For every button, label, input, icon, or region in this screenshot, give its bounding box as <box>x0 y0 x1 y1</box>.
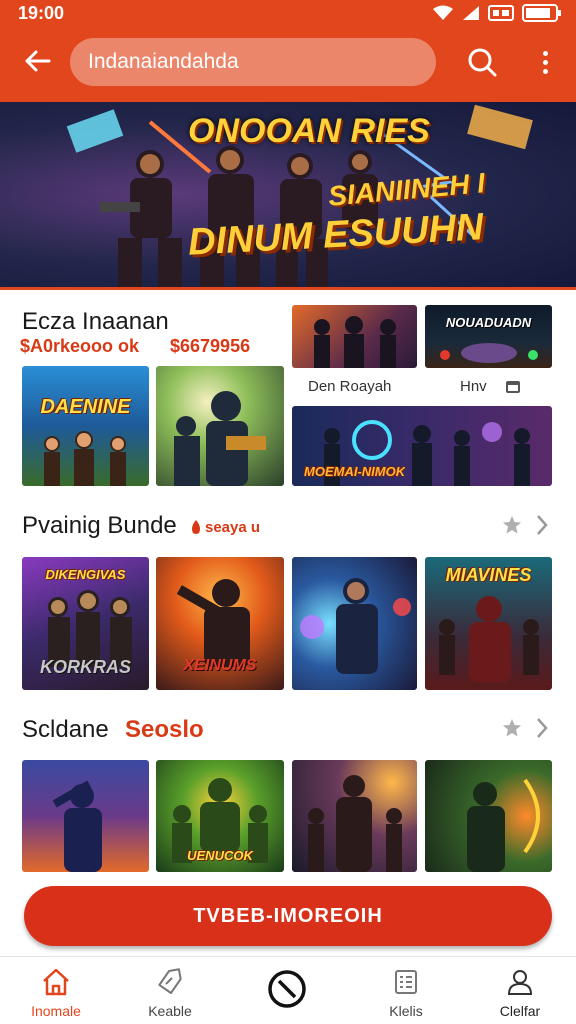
search-button[interactable] <box>462 42 502 82</box>
game-tile[interactable] <box>292 760 417 872</box>
home-icon <box>43 968 69 996</box>
see-all-button[interactable] <box>530 716 554 740</box>
section-title: Scldane <box>22 716 109 743</box>
tile-title: DAENINE <box>40 396 131 418</box>
game-tile[interactable] <box>22 760 149 872</box>
game-art <box>314 316 396 368</box>
hero-banner[interactable]: ONOOAN RIES SIANIINEH I DINUM ESUUHN <box>0 102 576 290</box>
list-icon <box>395 970 417 994</box>
bottom-nav: Inomale Keable Klelis Clelfar <box>0 956 576 1024</box>
status-bar: 19:00 <box>0 0 576 26</box>
arrow-left-icon <box>25 50 51 72</box>
game-tile[interactable]: DIKENGIVAS KORKRAS <box>22 557 149 690</box>
game-tile[interactable]: XEINUMS <box>156 557 284 690</box>
tag-icon <box>158 968 182 995</box>
wifi-icon <box>433 5 453 20</box>
nav-item-keable[interactable]: Keable <box>120 957 220 1024</box>
game-art <box>300 578 411 674</box>
see-all-button[interactable] <box>530 513 554 537</box>
game-tile[interactable] <box>292 305 417 368</box>
game-art <box>52 780 102 872</box>
game-art <box>308 775 402 872</box>
banner-title: ONOOAN RIES <box>188 112 430 150</box>
nav-item-klelis[interactable]: Klelis <box>356 957 456 1024</box>
chevron-right-icon <box>537 718 548 738</box>
nav-item-profile[interactable]: Clelfar <box>470 957 570 1024</box>
app-bar <box>0 26 576 102</box>
status-time: 19:00 <box>18 3 65 23</box>
favorite-button[interactable] <box>500 716 524 740</box>
game-tile[interactable]: NOUADUADN <box>425 305 552 368</box>
game-art <box>174 391 266 486</box>
game-art <box>44 431 126 486</box>
nav-item-center[interactable] <box>238 957 338 1024</box>
nav-label: Inomale <box>31 1003 81 1019</box>
game-tile[interactable]: UENUCOK <box>156 760 284 872</box>
search-icon <box>468 48 497 77</box>
nav-item-home[interactable]: Inomale <box>6 957 106 1024</box>
search-box[interactable] <box>70 38 436 86</box>
dot-icon <box>542 50 548 56</box>
nav-label: Klelis <box>389 1003 423 1019</box>
flame-icon <box>192 520 200 534</box>
price-label: $A0rkeooo ok <box>20 336 140 356</box>
tile-caption: Den Roayah <box>308 378 392 395</box>
game-art <box>467 778 540 872</box>
favorite-button[interactable] <box>500 513 524 537</box>
game-art <box>440 343 538 363</box>
tile-title: KORKRAS <box>39 657 131 677</box>
section-title: Pvainig Bunde <box>22 512 177 539</box>
prohibited-icon <box>268 970 306 1008</box>
signal-icon <box>463 6 479 20</box>
primary-cta-button[interactable]: TVBEB-IMOREOIH <box>24 886 552 946</box>
nav-label: Clelfar <box>499 1003 541 1019</box>
price-label: $6679956 <box>170 336 251 356</box>
nav-label: Keable <box>148 1003 192 1019</box>
game-tile[interactable] <box>292 557 417 690</box>
game-tile[interactable]: MIAVINES <box>425 557 552 690</box>
back-button[interactable] <box>18 42 56 80</box>
section-title-accent: Seoslo <box>125 716 204 743</box>
more-options-button[interactable] <box>530 42 560 82</box>
cta-area: TVBEB-IMOREOIH <box>0 872 576 956</box>
tile-title: UENUCOK <box>187 848 253 863</box>
game-tile[interactable] <box>425 760 552 872</box>
star-icon <box>503 516 521 534</box>
section-subtitle: seaya u <box>205 519 261 536</box>
tile-caption: Hnv <box>460 378 487 395</box>
dot-icon <box>542 68 548 74</box>
search-input[interactable] <box>88 38 418 86</box>
card-icon <box>506 381 520 393</box>
game-tile[interactable]: DAENINE <box>22 366 149 486</box>
battery-icon <box>522 4 561 22</box>
section-title: Ecza Inaanan <box>22 308 169 335</box>
sim-icon <box>488 5 514 21</box>
game-art <box>439 596 539 682</box>
app-screen: 19:00 Indanaiandahda ONOOAN RIES SIANIIN… <box>0 0 576 1024</box>
star-icon <box>503 719 521 737</box>
tile-title: MOEMAI-NIMOK <box>304 464 406 479</box>
status-icons <box>432 3 562 23</box>
game-tile[interactable]: MOEMAI-NIMOK <box>292 406 552 486</box>
game-tile[interactable] <box>156 366 284 486</box>
chevron-right-icon <box>537 515 548 535</box>
profile-icon <box>507 970 533 995</box>
dot-icon <box>542 59 548 65</box>
tile-title: XEINUMS <box>183 657 257 674</box>
